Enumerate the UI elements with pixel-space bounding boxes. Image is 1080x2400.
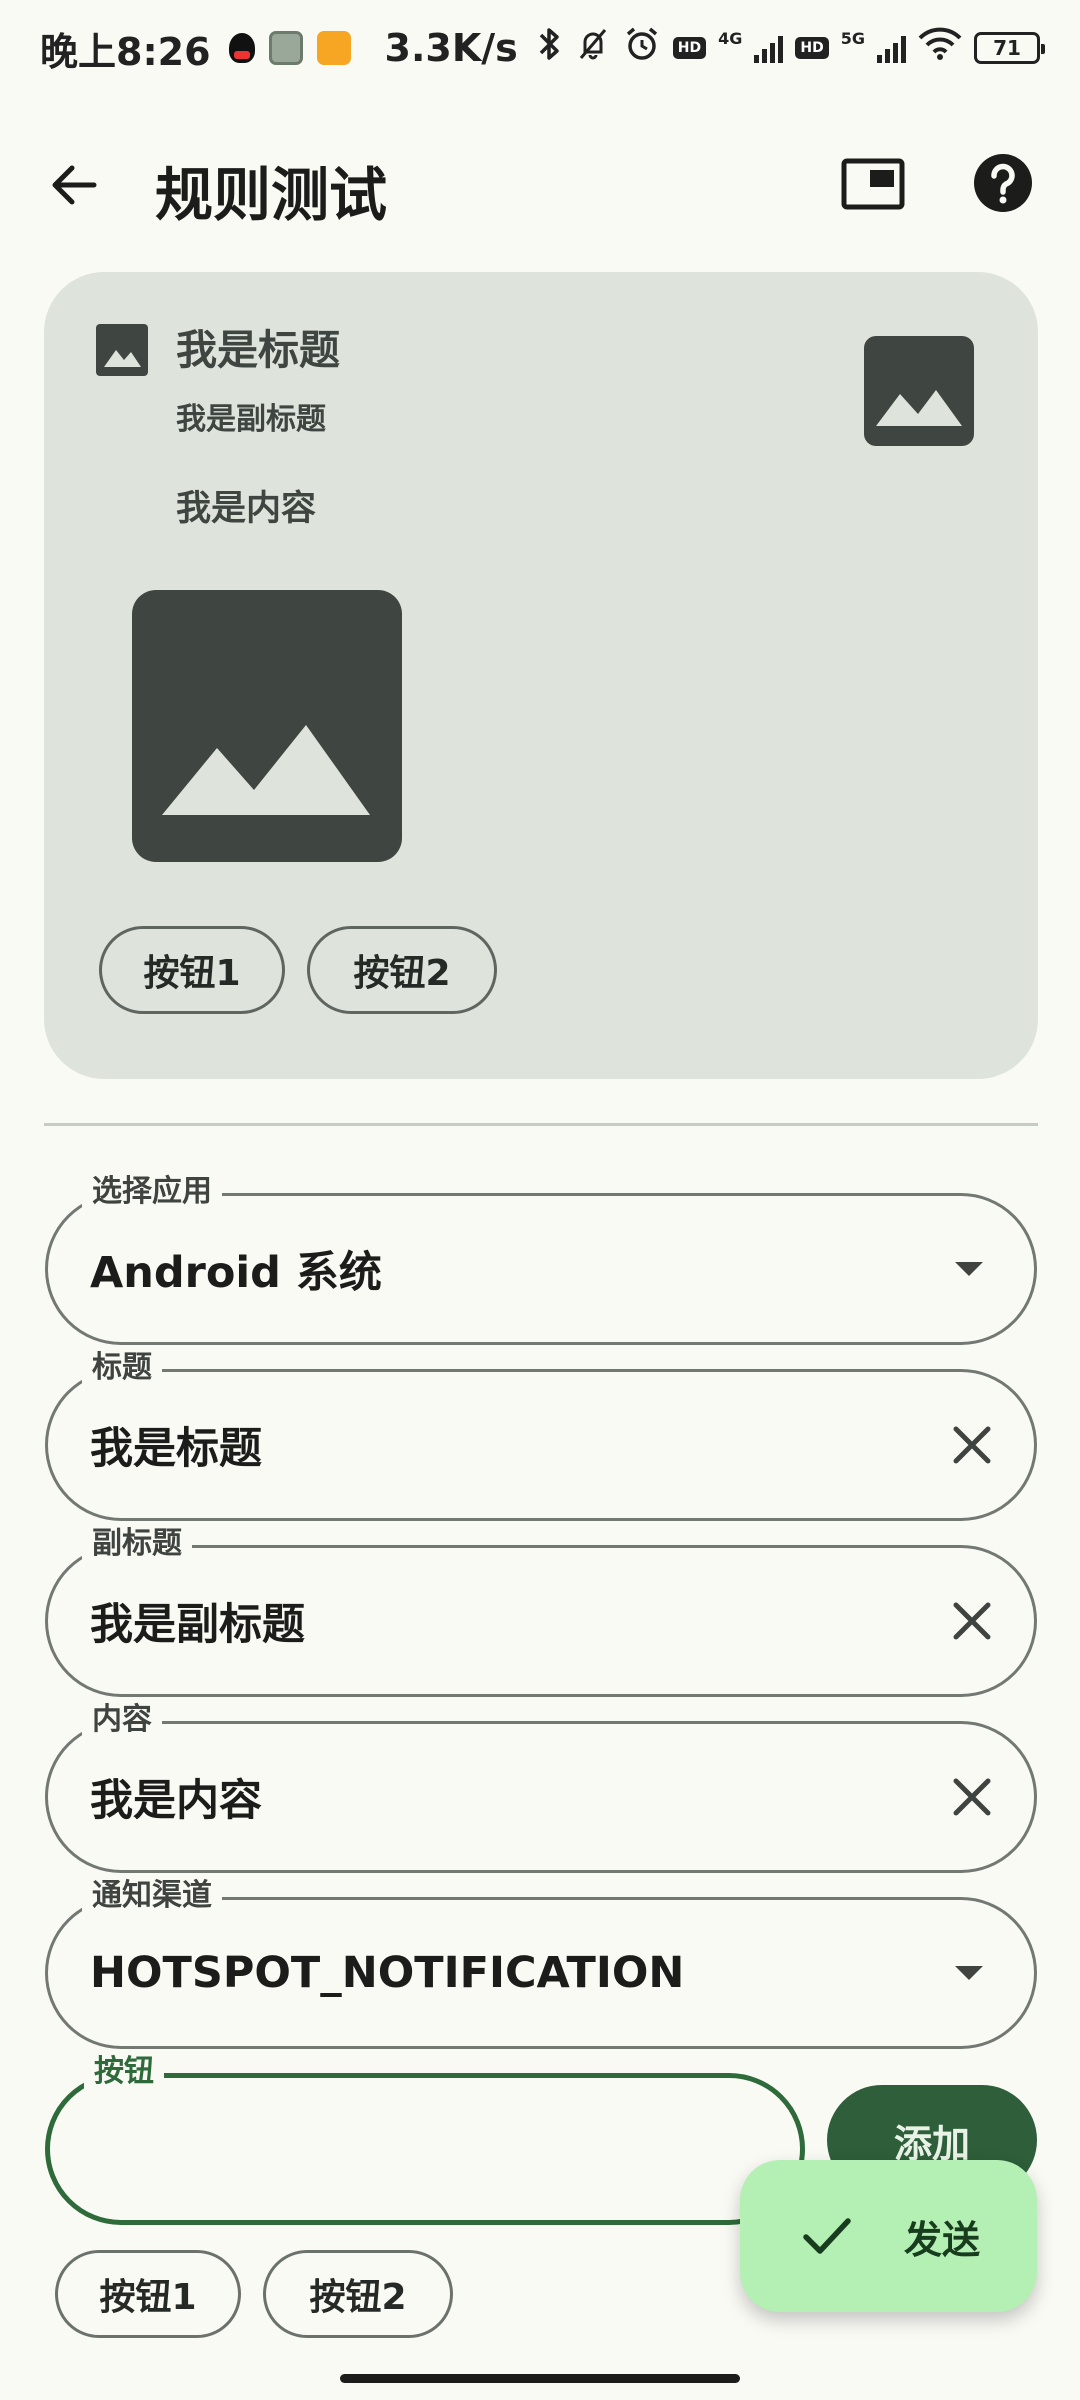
gallery-notification-icon [316, 31, 351, 65]
page-title: 规则测试 [155, 161, 388, 229]
alarm-icon [623, 25, 661, 72]
mute-bell-icon [575, 26, 611, 71]
bluetooth-icon [535, 26, 563, 71]
preview-action-button-1[interactable]: 按钮1 [99, 926, 285, 1014]
help-icon[interactable] [970, 150, 1036, 216]
home-indicator[interactable] [340, 2374, 740, 2383]
clear-icon[interactable] [946, 1771, 998, 1823]
network-type-label: 5G [840, 28, 865, 48]
divider [44, 1123, 1038, 1126]
title-input-label: 标题 [82, 1348, 162, 1388]
preview-action-button-2[interactable]: 按钮2 [307, 926, 497, 1014]
picture-in-picture-icon[interactable] [838, 152, 908, 218]
check-icon [803, 2218, 851, 2254]
network-type-label: 4G [718, 28, 743, 48]
preview-title: 我是标题 [176, 326, 340, 374]
title-input-value: 我是标题 [90, 1424, 262, 1474]
back-arrow-icon[interactable] [42, 152, 108, 218]
battery-icon: 71 [974, 32, 1045, 64]
button-input-label: 按钮 [84, 2052, 164, 2092]
clear-icon[interactable] [946, 1595, 998, 1647]
channel-select-dropdown[interactable]: 通知渠道 HOTSPOT_NOTIFICATION [45, 1876, 1037, 2049]
preview-subtitle: 我是副标题 [176, 402, 326, 437]
subtitle-input[interactable]: 副标题 我是副标题 [45, 1524, 1037, 1697]
signal-icon [754, 33, 784, 63]
app-select-label: 选择应用 [82, 1172, 222, 1212]
button-chip-2[interactable]: 按钮2 [263, 2250, 453, 2338]
big-picture-image-icon [132, 590, 402, 862]
app-notification-icon [268, 31, 303, 65]
channel-select-value: HOTSPOT_NOTIFICATION [90, 1948, 685, 1998]
dropdown-arrow-icon [955, 1262, 983, 1276]
large-image-icon [862, 334, 976, 448]
network-speed: 3.3K/s [384, 26, 518, 70]
notification-preview-card: 我是标题 我是副标题 我是内容 按钮1 按钮2 [44, 272, 1038, 1079]
send-label: 发送 [904, 2217, 981, 2262]
content-input-label: 内容 [82, 1700, 162, 1740]
content-input-value: 我是内容 [90, 1776, 262, 1826]
small-image-icon [94, 322, 150, 378]
top-app-bar: 规则测试 [0, 130, 1080, 240]
hd-badge: HD [672, 37, 707, 59]
status-bar: 晚上8:26 3.3K/s HD 4G HD 5G 71 [0, 0, 1080, 96]
channel-select-label: 通知渠道 [82, 1876, 222, 1916]
status-time: 晚上8:26 [40, 29, 211, 74]
subtitle-input-label: 副标题 [82, 1524, 192, 1564]
app-select-dropdown[interactable]: 选择应用 Android 系统 [45, 1172, 1037, 1345]
wifi-icon [918, 26, 962, 70]
button-chip-1[interactable]: 按钮1 [55, 2250, 241, 2338]
hd-badge: HD [795, 37, 829, 59]
subtitle-input-value: 我是副标题 [90, 1600, 305, 1650]
clear-icon[interactable] [946, 1419, 998, 1471]
qq-notification-icon [228, 33, 255, 63]
preview-content: 我是内容 [176, 489, 317, 529]
content-input[interactable]: 内容 我是内容 [45, 1700, 1037, 1873]
title-input[interactable]: 标题 我是标题 [45, 1348, 1037, 1521]
dropdown-arrow-icon [955, 1966, 983, 1980]
signal-icon [877, 33, 906, 63]
send-fab[interactable]: 发送 [740, 2160, 1037, 2312]
app-select-value: Android 系统 [90, 1248, 382, 1298]
button-name-input[interactable]: 按钮 [45, 2052, 805, 2225]
